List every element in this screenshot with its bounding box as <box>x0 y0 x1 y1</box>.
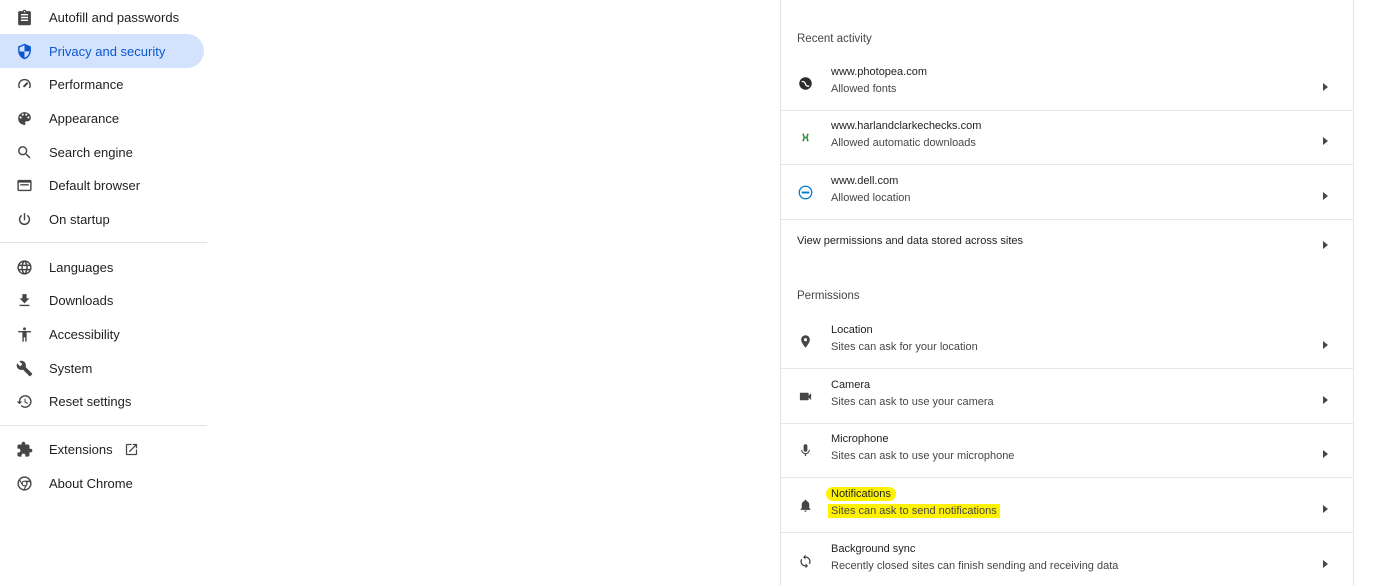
arrow-right-icon <box>1320 337 1330 349</box>
sidebar-divider <box>0 242 207 243</box>
dell-favicon-icon <box>797 185 813 201</box>
browser-window-icon <box>14 175 34 195</box>
sidebar-item-performance[interactable]: Performance <box>0 67 204 101</box>
recent-activity-row[interactable]: www.harlandclarkechecks.com Allowed auto… <box>781 111 1353 165</box>
permission-row-background-sync[interactable]: Background sync Recently closed sites ca… <box>781 534 1353 588</box>
recent-site-detail: Allowed automatic downloads <box>831 137 976 149</box>
clipboard-icon <box>14 7 34 27</box>
notifications-detail-highlight: Sites can ask to send notifications <box>828 504 1000 518</box>
sidebar-item-label: Downloads <box>49 292 114 308</box>
arrow-right-icon <box>1320 392 1330 404</box>
history-icon <box>14 391 34 411</box>
settings-sidebar: Autofill and passwords Privacy and secur… <box>0 0 210 586</box>
sidebar-item-label: On startup <box>49 211 110 227</box>
permission-detail: Sites can ask for your location <box>831 341 978 353</box>
permission-detail: Sites can ask to use your microphone <box>831 450 1015 462</box>
site-settings-card: Recent activity www.photopea.com Allowed… <box>780 0 1354 586</box>
chrome-icon <box>14 473 34 493</box>
sidebar-item-label: Languages <box>49 259 114 275</box>
sidebar-item-downloads[interactable]: Downloads <box>0 283 204 317</box>
open-in-new-icon <box>124 442 139 457</box>
permission-detail: Sites can ask to send notifications <box>828 504 1000 518</box>
recent-site-url: www.dell.com <box>831 175 899 187</box>
sidebar-item-languages[interactable]: Languages <box>0 250 204 284</box>
harlandclarke-favicon-icon <box>797 130 813 146</box>
photopea-favicon-icon <box>797 76 813 92</box>
sidebar-item-extensions[interactable]: Extensions <box>0 432 204 466</box>
arrow-right-icon <box>1320 446 1330 458</box>
sidebar-item-label: Extensions <box>49 441 113 457</box>
puzzle-icon <box>14 439 34 459</box>
microphone-icon <box>797 443 813 459</box>
sidebar-item-label: Accessibility <box>49 326 120 342</box>
sidebar-item-on-startup[interactable]: On startup <box>0 202 204 236</box>
recent-activity-row[interactable]: www.photopea.com Allowed fonts <box>781 57 1353 111</box>
permissions-heading: Permissions <box>797 290 860 302</box>
location-pin-icon <box>797 334 813 350</box>
arrow-right-icon <box>1320 237 1330 249</box>
speedometer-icon <box>14 74 34 94</box>
permission-row-notifications[interactable]: Notifications Sites can ask to send noti… <box>781 479 1353 533</box>
permission-name: Notifications <box>826 487 896 501</box>
palette-icon <box>14 108 34 128</box>
camera-icon <box>797 389 813 405</box>
permission-name: Camera <box>831 379 871 391</box>
permission-name: Microphone <box>831 433 889 445</box>
sync-icon <box>797 553 813 569</box>
bell-icon <box>797 498 813 514</box>
sidebar-item-accessibility[interactable]: Accessibility <box>0 317 204 351</box>
permission-row-microphone[interactable]: Microphone Sites can ask to use your mic… <box>781 424 1353 478</box>
arrow-right-icon <box>1320 501 1330 513</box>
arrow-right-icon <box>1320 79 1330 91</box>
sidebar-item-label: Autofill and passwords <box>49 9 180 25</box>
sidebar-item-autofill[interactable]: Autofill and passwords <box>0 0 204 34</box>
sidebar-item-label: Appearance <box>49 110 120 126</box>
accessibility-icon <box>14 324 34 344</box>
permission-name: Background sync <box>831 543 916 555</box>
shield-icon <box>14 41 34 61</box>
recent-activity-row[interactable]: www.dell.com Allowed location <box>781 166 1353 220</box>
sidebar-item-appearance[interactable]: Appearance <box>0 101 204 135</box>
sidebar-item-about-chrome[interactable]: About Chrome <box>0 466 204 500</box>
notifications-highlight: Notifications <box>826 487 896 501</box>
sidebar-item-label: Reset settings <box>49 393 132 409</box>
recent-site-detail: Allowed fonts <box>831 83 897 95</box>
sidebar-item-label: Performance <box>49 76 124 92</box>
sidebar-item-label: System <box>49 360 93 376</box>
permission-detail: Recently closed sites can finish sending… <box>831 560 1119 572</box>
sidebar-item-search-engine[interactable]: Search engine <box>0 135 204 169</box>
recent-site-url: www.photopea.com <box>831 66 927 78</box>
sidebar-item-system[interactable]: System <box>0 351 204 385</box>
permission-name: Location <box>831 324 873 336</box>
arrow-right-icon <box>1320 133 1330 145</box>
sidebar-item-privacy-security[interactable]: Privacy and security <box>0 34 204 68</box>
sidebar-item-reset-settings[interactable]: Reset settings <box>0 384 204 418</box>
sidebar-item-label: Default browser <box>49 177 141 193</box>
wrench-icon <box>14 358 34 378</box>
sidebar-item-label: Search engine <box>49 144 133 160</box>
permission-row-camera[interactable]: Camera Sites can ask to use your camera <box>781 370 1353 424</box>
recent-site-url: www.harlandclarkechecks.com <box>831 120 982 132</box>
view-permissions-link[interactable]: View permissions and data stored across … <box>781 221 1353 263</box>
sidebar-item-label: Privacy and security <box>49 43 166 59</box>
sidebar-divider <box>0 425 207 426</box>
sidebar-item-default-browser[interactable]: Default browser <box>0 168 204 202</box>
recent-activity-heading: Recent activity <box>797 33 872 45</box>
power-icon <box>14 209 34 229</box>
arrow-right-icon <box>1320 188 1330 200</box>
recent-site-detail: Allowed location <box>831 192 911 204</box>
permission-row-location[interactable]: Location Sites can ask for your location <box>781 315 1353 369</box>
globe-icon <box>14 257 34 277</box>
search-icon <box>14 142 34 162</box>
arrow-right-icon <box>1320 556 1330 568</box>
view-permissions-label: View permissions and data stored across … <box>797 235 1024 247</box>
sidebar-item-label: About Chrome <box>49 475 133 491</box>
download-icon <box>14 290 34 310</box>
permission-detail: Sites can ask to use your camera <box>831 396 994 408</box>
